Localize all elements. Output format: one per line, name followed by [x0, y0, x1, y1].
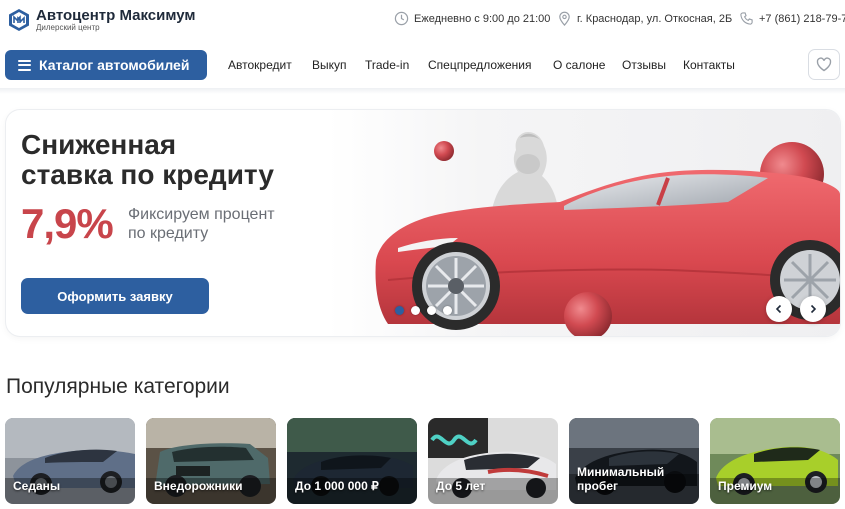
- menu-icon: [18, 59, 31, 71]
- nav-link-about[interactable]: О салоне: [553, 58, 605, 72]
- category-card-label: Минимальный пробег: [577, 465, 665, 493]
- catalog-button-label: Каталог автомобилей: [39, 57, 190, 73]
- slider-dot[interactable]: [427, 306, 436, 315]
- hero-note: Фиксируем процент по кредиту: [128, 205, 318, 243]
- nav-link-autocredit[interactable]: Автокредит: [228, 58, 292, 72]
- hero-title-line-2: ставка по кредиту: [21, 159, 274, 190]
- phone-icon: [740, 12, 753, 25]
- apply-button[interactable]: Оформить заявку: [21, 278, 209, 314]
- nav-link-reviews[interactable]: Отзывы: [622, 58, 666, 72]
- heart-icon: [816, 57, 832, 72]
- top-bar: Автоцентр Максимум Дилерский центр Ежедн…: [0, 0, 845, 40]
- category-card-label: Седаны: [13, 479, 61, 493]
- hero-rate: 7,9%: [21, 200, 114, 247]
- hero-title: Сниженная ставка по кредиту: [21, 130, 341, 190]
- category-card-label: Премиум: [718, 479, 773, 493]
- slider-next-button[interactable]: [800, 296, 826, 322]
- clock-icon: [394, 11, 409, 26]
- category-card-label: До 1 000 000 ₽: [295, 479, 379, 493]
- category-card-premium[interactable]: Премиум: [710, 418, 840, 504]
- favorites-button[interactable]: [808, 49, 840, 80]
- phone[interactable]: +7 (861) 218-79-75: [740, 12, 845, 25]
- chevron-right-icon: [810, 304, 817, 314]
- category-card-low-mileage[interactable]: Минимальный пробег: [569, 418, 699, 504]
- hero-note-line-1: Фиксируем процент: [128, 206, 275, 223]
- nav-link-special-offers[interactable]: Спецпредложения: [428, 58, 532, 72]
- categories-title: Популярные категории: [6, 375, 230, 398]
- address: г. Краснодар, ул. Откосная, 2Б: [559, 11, 733, 26]
- nav-divider: [0, 88, 845, 94]
- slider-dot[interactable]: [395, 306, 404, 315]
- slider-dots: [395, 306, 452, 315]
- nav-link-buyout[interactable]: Выкуп: [312, 58, 347, 72]
- nav-link-contacts[interactable]: Контакты: [683, 58, 735, 72]
- hero-title-line-1: Сниженная: [21, 129, 177, 160]
- working-hours: Ежедневно с 9:00 до 21:00: [394, 11, 551, 26]
- brand-subtitle: Дилерский центр: [36, 23, 100, 32]
- slider-dot[interactable]: [411, 306, 420, 315]
- category-card-label: До 5 лет: [436, 479, 486, 493]
- category-card-sedans[interactable]: Седаны: [5, 418, 135, 504]
- main-nav: Каталог автомобилей Автокредит Выкуп Tra…: [0, 44, 845, 88]
- category-card-up-to-5-years[interactable]: До 5 лет: [428, 418, 558, 504]
- category-card-label: Внедорожники: [154, 479, 243, 493]
- phone-number[interactable]: +7 (861) 218-79-75: [759, 13, 845, 25]
- slider-dot[interactable]: [443, 306, 452, 315]
- brand-name[interactable]: Автоцентр Максимум: [36, 7, 196, 24]
- location-pin-icon: [559, 11, 570, 26]
- category-card-suv[interactable]: Внедорожники: [146, 418, 276, 504]
- category-card-under-1m[interactable]: До 1 000 000 ₽: [287, 418, 417, 504]
- address-text: г. Краснодар, ул. Откосная, 2Б: [577, 13, 733, 25]
- nav-link-trade-in[interactable]: Trade-in: [365, 58, 409, 72]
- catalog-button[interactable]: Каталог автомобилей: [5, 50, 207, 80]
- hero-banner: Сниженная ставка по кредиту 7,9% Фиксиру…: [6, 110, 840, 336]
- mm-logo-icon[interactable]: [8, 8, 30, 32]
- slider-prev-button[interactable]: [766, 296, 792, 322]
- hero-image-red-sports-car: [328, 110, 840, 336]
- hero-note-line-2: по кредиту: [128, 225, 209, 242]
- category-cards: Седаны Внедорожники До 1 000 000 ₽ До 5 …: [5, 418, 841, 504]
- chevron-left-icon: [775, 304, 782, 314]
- hours-text: Ежедневно с 9:00 до 21:00: [414, 13, 551, 25]
